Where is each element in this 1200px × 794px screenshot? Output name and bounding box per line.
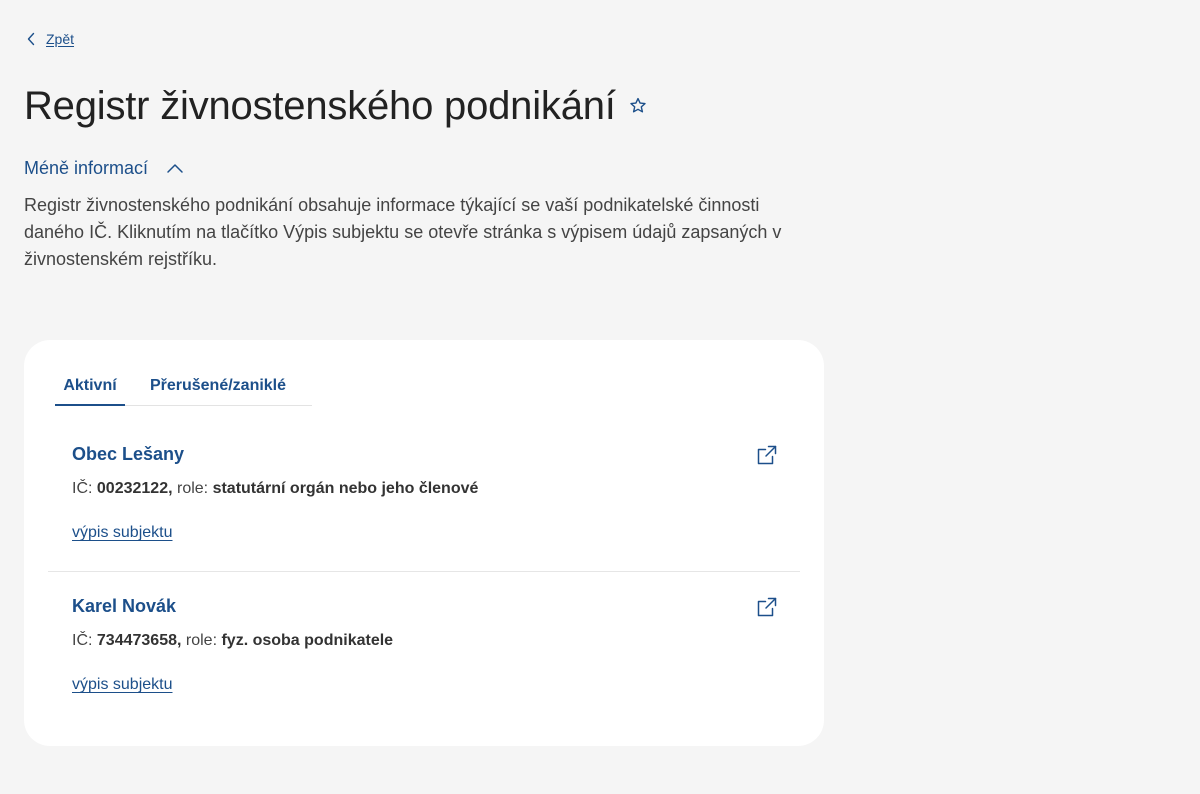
star-outline-icon[interactable] xyxy=(628,96,648,116)
title-row: Registr živnostenského podnikání xyxy=(24,82,648,130)
list-item: Karel Novák IČ: 734473658, role: fyz. os… xyxy=(48,588,800,708)
less-info-toggle[interactable]: Méně informací xyxy=(24,158,184,179)
entity-meta: IČ: 734473658, role: fyz. osoba podnikat… xyxy=(72,632,393,650)
entity-detail-link[interactable]: výpis subjektu xyxy=(72,524,173,542)
ic-value: 734473658, xyxy=(96,632,182,649)
info-description: Registr živnostenského podnikání obsahuj… xyxy=(24,195,782,269)
business-register-card: Aktivní Přerušené/zaniklé Obec Lešany IČ… xyxy=(24,340,824,746)
back-link-label: Zpět xyxy=(46,31,75,47)
tab-active[interactable]: Aktivní xyxy=(55,366,125,406)
tab-interrupted-terminated[interactable]: Přerušené/zaniklé xyxy=(145,366,291,405)
role-value: fyz. osoba podnikatele xyxy=(221,632,394,649)
role-label: role: xyxy=(185,632,218,649)
less-info-label: Méně informací xyxy=(24,158,149,178)
page: Zpět Registr živnostenského podnikání Mé… xyxy=(0,0,1200,794)
list-item: Obec Lešany IČ: 00232122, role: statutár… xyxy=(48,436,800,572)
role-label: role: xyxy=(177,480,209,497)
page-title: Registr živnostenského podnikání xyxy=(24,84,616,128)
chevron-up-icon xyxy=(166,162,184,176)
ic-value: 00232122, xyxy=(96,480,173,497)
tab-bar: Aktivní Přerušené/zaniklé xyxy=(55,366,312,406)
entity-name: Obec Lešany xyxy=(72,444,185,464)
back-link[interactable]: Zpět xyxy=(24,30,74,48)
entity-name: Karel Novák xyxy=(72,596,177,616)
entity-detail-link[interactable]: výpis subjektu xyxy=(72,676,173,694)
chevron-left-icon xyxy=(24,30,38,48)
ic-label: IČ: xyxy=(72,480,93,497)
entity-meta: IČ: 00232122, role: statutární orgán neb… xyxy=(72,480,478,498)
external-link-icon[interactable] xyxy=(756,444,778,466)
role-value: statutární orgán nebo jeho členové xyxy=(212,480,479,497)
external-link-icon[interactable] xyxy=(756,596,778,618)
ic-label: IČ: xyxy=(72,632,93,649)
